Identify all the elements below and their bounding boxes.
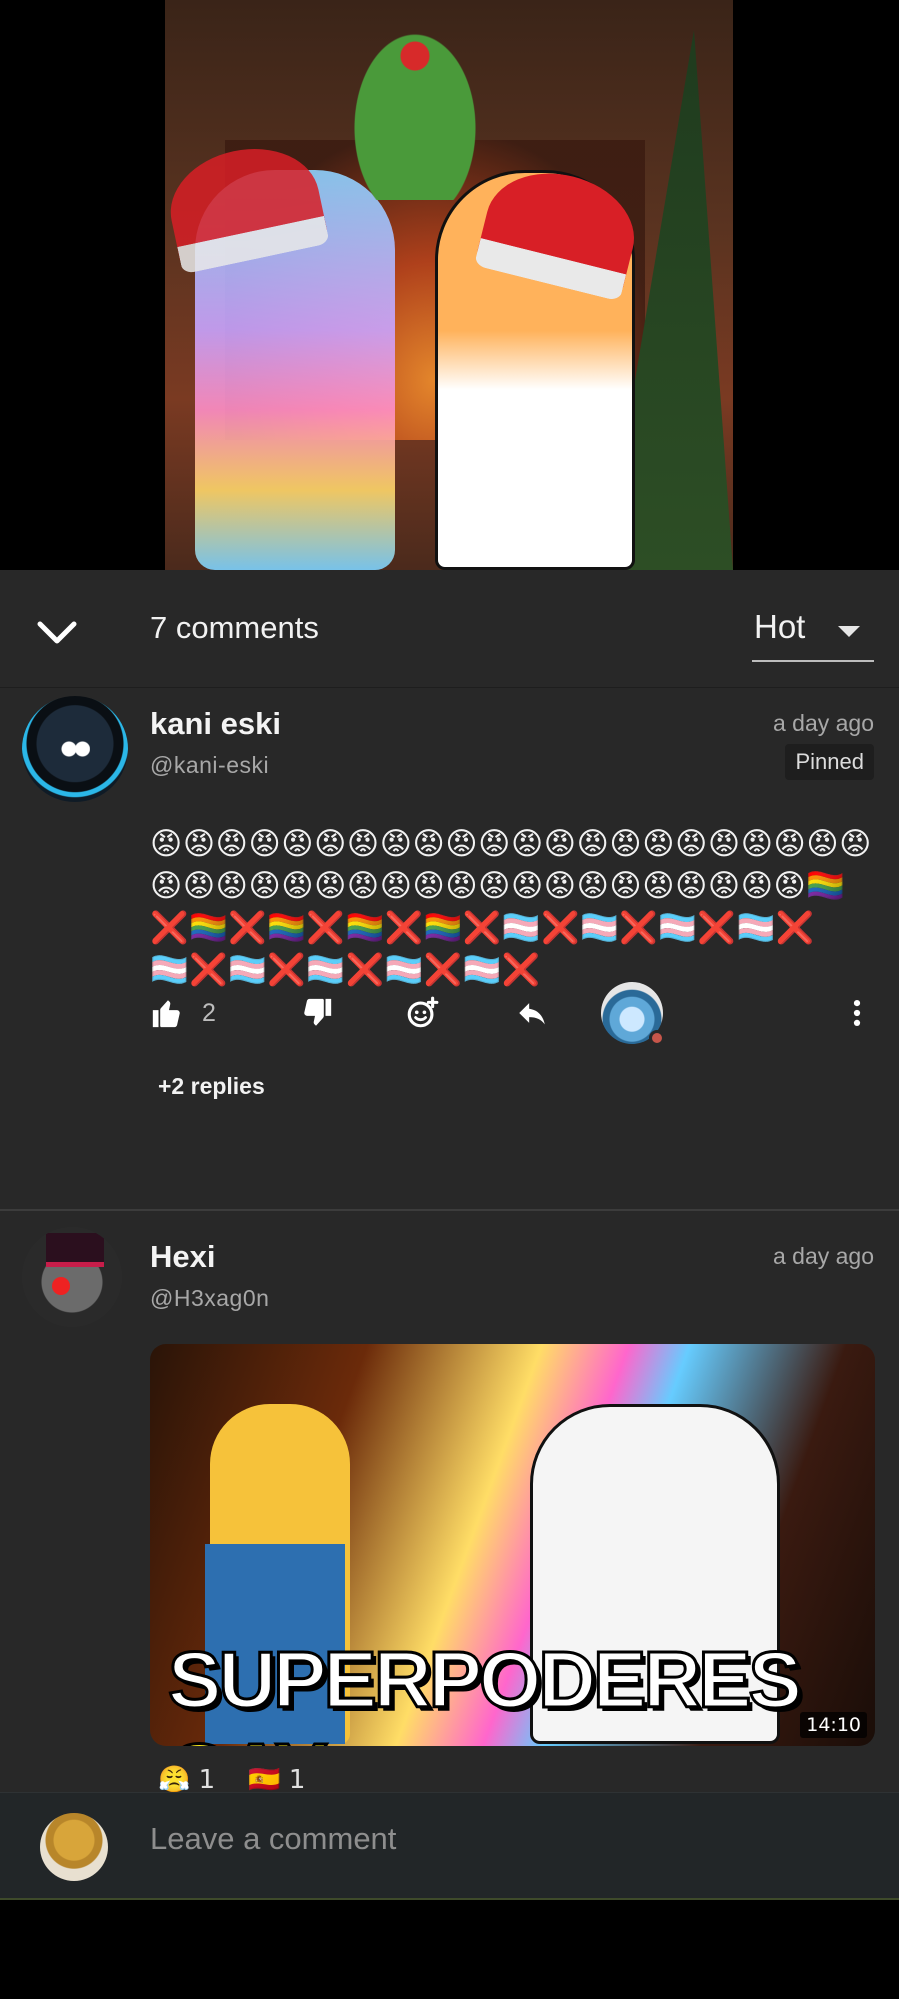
dislike-button[interactable] [300, 978, 334, 1048]
more-options-button[interactable] [840, 978, 874, 1048]
collapse-comments-button[interactable] [32, 608, 82, 658]
thumbnail-caption: SUPERPODERES GAY [166, 1634, 875, 1747]
comment-item: kani eski @kani-eski a day ago Pinned 😡😡… [0, 688, 899, 1099]
comment-time: a day ago [772, 710, 874, 736]
chevron-down-icon [37, 621, 77, 644]
add-reaction-button[interactable] [405, 978, 439, 1048]
video-frame[interactable] [165, 0, 733, 570]
comment-actions: 2 [0, 978, 899, 1048]
like-button[interactable]: 2 [150, 978, 216, 1048]
comment-divider [0, 1209, 899, 1211]
avatar[interactable] [22, 696, 128, 802]
video-duration: 14:10 [800, 1712, 867, 1738]
view-replies-button[interactable]: +2 replies [158, 1073, 265, 1100]
video-thumbnail[interactable]: SUPERPODERES GAY 14:10 [150, 1344, 875, 1746]
comment-item: Hexi @H3xag0n a day ago SUPERPODERES GAY… [0, 1225, 899, 1795]
avatar [40, 1813, 108, 1881]
caret-down-icon [838, 626, 860, 637]
reply-icon [519, 1003, 545, 1025]
comment-input[interactable]: Leave a comment [150, 1821, 396, 1857]
avatar[interactable] [22, 1227, 122, 1327]
comment-time: a day ago [772, 1243, 874, 1269]
comment-count: 7 comments [150, 610, 319, 645]
reaction-badge [649, 1030, 665, 1046]
comments-header: 7 comments Hot [0, 570, 899, 688]
thumb-up-icon [152, 1000, 180, 1028]
video-player[interactable] [0, 0, 899, 570]
add-reaction-icon [407, 996, 439, 1028]
comment-text: 😡😡😡😡😡😡😡😡😡😡😡😡😡😡😡😡😡😡😡😡😡😡😡😡😡😡😡😡😡😡😡😡😡😡😡😡😡😡😡😡… [150, 826, 872, 988]
sort-dropdown[interactable]: Hot [752, 600, 874, 662]
sort-label: Hot [754, 608, 806, 645]
comment-handle[interactable]: @H3xag0n [150, 1285, 269, 1312]
comment-handle[interactable]: @kani-eski [150, 752, 269, 779]
reply-button[interactable] [515, 978, 549, 1048]
thumbnail-caption-accent: GAY [166, 1726, 329, 1747]
thumbnail-caption-main: SUPERPODERES [167, 1634, 804, 1726]
reactions-row: 😤 1 🇪🇸 1 [158, 1765, 306, 1795]
mistletoe [345, 20, 485, 200]
comment-author[interactable]: Hexi [150, 1239, 215, 1275]
comment-composer: Leave a comment [0, 1792, 899, 1900]
creator-reaction-avatar[interactable] [601, 982, 665, 1046]
system-nav-bar [0, 1902, 899, 1999]
like-count: 2 [202, 998, 216, 1027]
comments-sheet: 7 comments Hot kani eski @kani-eski a da… [0, 570, 899, 1900]
pinned-badge: Pinned [785, 744, 874, 780]
thumb-down-icon [304, 998, 332, 1026]
comment-author[interactable]: kani eski [150, 706, 281, 742]
more-vert-icon [853, 999, 861, 1027]
